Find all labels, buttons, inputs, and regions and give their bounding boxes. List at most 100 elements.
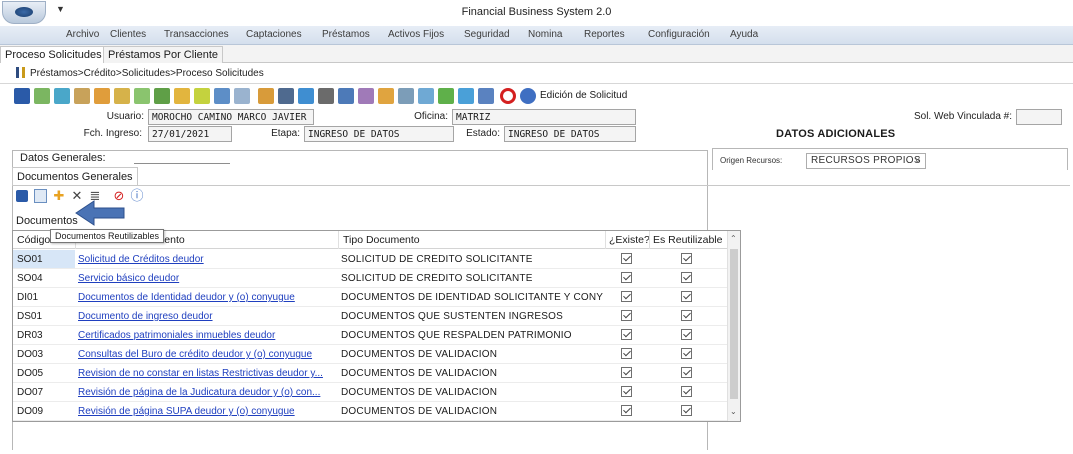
cell-documento-link[interactable]: Revisión de página de la Judicatura deud…: [78, 387, 338, 398]
reutilizable-checkbox[interactable]: [681, 329, 692, 340]
calendar-icon[interactable]: [154, 88, 170, 104]
breadcrumb-path: Préstamos>Crédito>Solicitudes>Proceso So…: [30, 68, 264, 79]
cell-codigo[interactable]: DR03: [13, 326, 75, 344]
menu-clientes[interactable]: Clientes: [110, 29, 146, 40]
reutilizable-checkbox[interactable]: [681, 310, 692, 321]
cell-codigo[interactable]: DO03: [13, 345, 75, 363]
table-row[interactable]: SO01 Solicitud de Créditos deudor SOLICITU…: [13, 250, 728, 269]
menu-prestamos[interactable]: Préstamos: [322, 29, 370, 40]
table-row[interactable]: DO09 Revisión de página SUPA deudor y (o)…: [13, 402, 728, 421]
col-codigo[interactable]: Código: [17, 234, 50, 246]
existe-checkbox[interactable]: [621, 405, 632, 416]
reutilizable-checkbox[interactable]: [681, 253, 692, 264]
cell-codigo[interactable]: DS01: [13, 307, 75, 325]
save-icon[interactable]: [16, 190, 28, 202]
menu-activos-fijos[interactable]: Activos Fijos: [388, 29, 444, 40]
table-row[interactable]: SO04 Servicio básico deudor SOLICITUD DE C…: [13, 269, 728, 288]
reutilizable-checkbox[interactable]: [681, 348, 692, 359]
chart-icon[interactable]: [94, 88, 110, 104]
document-icon[interactable]: [134, 88, 150, 104]
cell-documento-link[interactable]: Revisión de página SUPA deudor y (o) con…: [78, 406, 338, 417]
cell-codigo[interactable]: DI01: [13, 288, 75, 306]
tab-documentos-generales[interactable]: Documentos Generales: [12, 167, 138, 186]
origen-recursos-select[interactable]: RECURSOS PROPIOS ∨: [806, 153, 926, 169]
table-row[interactable]: DI01 Documentos de Identidad deudor y (o)…: [13, 288, 728, 307]
existe-checkbox[interactable]: [621, 386, 632, 397]
table-row[interactable]: DS01 Documento de ingreso deudor DOCUMENTO…: [13, 307, 728, 326]
reutilizable-checkbox[interactable]: [681, 291, 692, 302]
table-row[interactable]: DO07 Revisión de página de la Judicatura …: [13, 383, 728, 402]
cancel-icon[interactable]: [500, 88, 516, 104]
add-icon[interactable]: ✚: [52, 189, 66, 203]
cell-codigo[interactable]: SO01: [13, 250, 75, 268]
cell-documento-link[interactable]: Certificados patrimoniales inmuebles deu…: [78, 330, 338, 341]
existe-checkbox[interactable]: [621, 329, 632, 340]
existe-checkbox[interactable]: [621, 291, 632, 302]
cell-codigo[interactable]: DO07: [13, 383, 75, 401]
cell-documento-link[interactable]: Servicio básico deudor: [78, 273, 338, 284]
refresh-icon[interactable]: [54, 88, 70, 104]
edit-icon[interactable]: [258, 88, 274, 104]
tab-prestamos-por-cliente[interactable]: Préstamos Por Cliente: [103, 46, 224, 63]
add-icon[interactable]: [194, 88, 210, 104]
money-icon[interactable]: [114, 88, 130, 104]
table-row[interactable]: DR03 Certificados patrimoniales inmuebles…: [13, 326, 728, 345]
table-row[interactable]: DO05 Revision de no constar en listas Res…: [13, 364, 728, 383]
cell-codigo[interactable]: DO09: [13, 402, 75, 420]
cell-documento-link[interactable]: Solicitud de Créditos deudor: [78, 254, 338, 265]
help-book-icon[interactable]: [478, 88, 494, 104]
menu-configuracion[interactable]: Configuración: [648, 29, 710, 40]
menu-seguridad[interactable]: Seguridad: [464, 29, 510, 40]
menu-archivo[interactable]: Archivo: [66, 29, 99, 40]
info-icon[interactable]: ⓘ: [130, 189, 144, 203]
menu-captaciones[interactable]: Captaciones: [246, 29, 302, 40]
scroll-thumb[interactable]: [730, 249, 738, 399]
tab-proceso-solicitudes[interactable]: Proceso Solicitudes: [0, 46, 107, 63]
existe-checkbox[interactable]: [621, 272, 632, 283]
cell-codigo[interactable]: DO05: [13, 364, 75, 382]
reutilizable-checkbox[interactable]: [681, 272, 692, 283]
tree-icon[interactable]: [214, 88, 230, 104]
reutilizable-checkbox[interactable]: [681, 386, 692, 397]
existe-checkbox[interactable]: [621, 310, 632, 321]
save-icon[interactable]: [14, 88, 30, 104]
grid-vertical-scrollbar[interactable]: ⌃ ⌄: [727, 231, 740, 421]
book-icon[interactable]: [338, 88, 354, 104]
reusable-docs-icon[interactable]: [34, 189, 47, 203]
template-icon[interactable]: [438, 88, 454, 104]
sol-web-vinculada-field[interactable]: [1016, 109, 1062, 125]
cell-documento-link[interactable]: Documentos de Identidad deudor y (o) con…: [78, 292, 338, 303]
stop-icon[interactable]: [34, 88, 50, 104]
menu-transacciones[interactable]: Transacciones: [164, 29, 229, 40]
reutilizable-checkbox[interactable]: [681, 367, 692, 378]
info-icon[interactable]: [520, 88, 536, 104]
grid-icon[interactable]: [234, 88, 250, 104]
menu-nomina[interactable]: Nomina: [528, 29, 562, 40]
existe-checkbox[interactable]: [621, 348, 632, 359]
menu-ayuda[interactable]: Ayuda: [730, 29, 758, 40]
report-icon[interactable]: [174, 88, 190, 104]
existe-checkbox[interactable]: [621, 367, 632, 378]
scroll-up-icon[interactable]: ⌃: [730, 234, 737, 243]
menu-reportes[interactable]: Reportes: [584, 29, 625, 40]
tools-icon[interactable]: [398, 88, 414, 104]
spell-icon[interactable]: [378, 88, 394, 104]
cell-documento-link[interactable]: Consultas del Buro de crédito deudor y (…: [78, 349, 338, 360]
cell-codigo[interactable]: SO04: [13, 269, 75, 287]
existe-checkbox[interactable]: [621, 253, 632, 264]
cell-documento-link[interactable]: Documento de ingreso deudor: [78, 311, 338, 322]
col-existe[interactable]: ¿Existe?: [609, 234, 650, 246]
import-icon[interactable]: [318, 88, 334, 104]
export-icon[interactable]: [298, 88, 314, 104]
people-icon[interactable]: [358, 88, 374, 104]
col-tipo-documento[interactable]: Tipo Documento: [343, 234, 420, 246]
scroll-down-icon[interactable]: ⌄: [730, 407, 737, 416]
users-icon[interactable]: [74, 88, 90, 104]
reutilizable-checkbox[interactable]: [681, 405, 692, 416]
list-icon[interactable]: [278, 88, 294, 104]
globe-icon[interactable]: [458, 88, 474, 104]
link-icon[interactable]: [418, 88, 434, 104]
col-es-reutilizable[interactable]: Es Reutilizable: [653, 234, 722, 246]
cell-documento-link[interactable]: Revision de no constar en listas Restric…: [78, 368, 338, 379]
table-row[interactable]: DO03 Consultas del Buro de crédito deudor…: [13, 345, 728, 364]
